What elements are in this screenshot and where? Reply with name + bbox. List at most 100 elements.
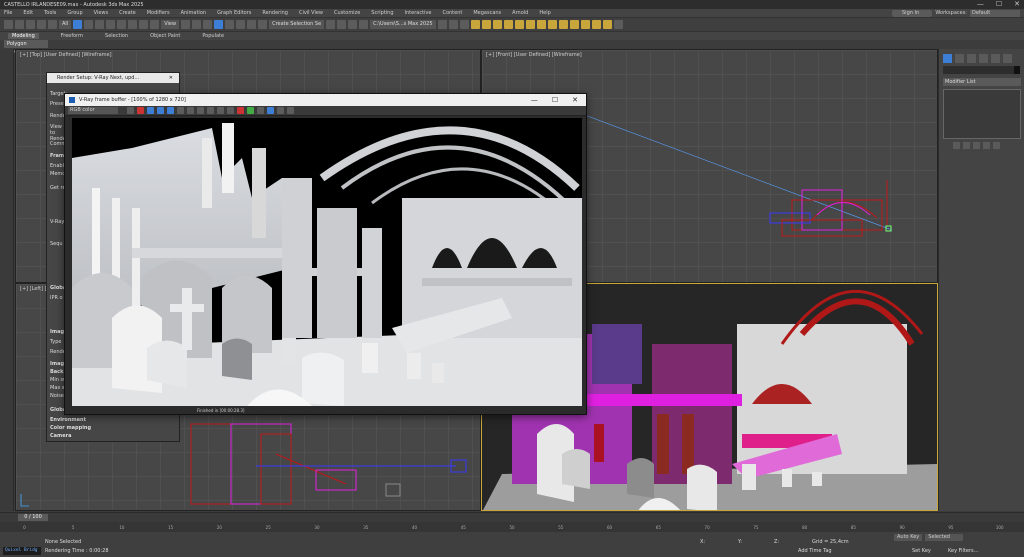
placement-icon[interactable] bbox=[150, 20, 160, 29]
channel-dropdown[interactable]: RGB color bbox=[68, 107, 118, 114]
object-name-field[interactable] bbox=[943, 66, 1019, 74]
duplicate-icon[interactable] bbox=[227, 107, 234, 114]
render-setup-close-icon[interactable]: ✕ bbox=[169, 73, 173, 83]
modifier-stack[interactable] bbox=[943, 89, 1021, 139]
menu-create[interactable]: Create bbox=[119, 10, 136, 16]
render-setup-icon[interactable] bbox=[470, 20, 480, 29]
close-button[interactable]: ✕ bbox=[1014, 0, 1020, 8]
rectangle-selection-icon[interactable] bbox=[95, 20, 105, 29]
stop-render-icon[interactable] bbox=[287, 107, 294, 114]
scene-converter-icon[interactable] bbox=[613, 20, 623, 29]
vfb-minimize-button[interactable]: — bbox=[531, 96, 538, 104]
green-channel-icon[interactable] bbox=[157, 107, 164, 114]
object-color-swatch[interactable] bbox=[1014, 66, 1020, 74]
pivot-center-icon[interactable] bbox=[181, 20, 191, 29]
reference-coordinate-dropdown[interactable]: View bbox=[161, 20, 180, 29]
create-tab-icon[interactable] bbox=[943, 54, 952, 63]
motion-tab-icon[interactable] bbox=[979, 54, 988, 63]
track-bar[interactable]: 0 5 10 15 20 25 30 35 40 45 50 55 60 65 … bbox=[0, 522, 1024, 532]
stamp-icon[interactable] bbox=[257, 107, 264, 114]
menu-arnold[interactable]: Arnold bbox=[512, 10, 528, 16]
configure-modifier-sets-icon[interactable] bbox=[993, 142, 1000, 149]
auto-key-button[interactable]: Auto Key bbox=[894, 534, 923, 541]
menu-group[interactable]: Group bbox=[67, 10, 82, 16]
edit-named-selection-icon[interactable] bbox=[258, 20, 268, 29]
vray-camera-icon[interactable] bbox=[547, 20, 557, 29]
modifier-list-dropdown[interactable]: Modifier List bbox=[943, 78, 1021, 86]
render-last-icon[interactable] bbox=[277, 107, 284, 114]
undo-icon[interactable] bbox=[4, 20, 13, 29]
copy-to-max-fb-icon[interactable] bbox=[207, 107, 214, 114]
remove-modifier-icon[interactable] bbox=[983, 142, 990, 149]
utilities-tab-icon[interactable] bbox=[1003, 54, 1012, 63]
menu-file[interactable]: File bbox=[4, 10, 12, 16]
vfb-close-button[interactable]: ✕ bbox=[572, 96, 578, 104]
menu-interactive[interactable]: Interactive bbox=[405, 10, 432, 16]
schematic-view-icon[interactable] bbox=[448, 20, 458, 29]
scale-icon[interactable] bbox=[139, 20, 149, 29]
menu-tools[interactable]: Tools bbox=[44, 10, 56, 16]
menu-views[interactable]: Views bbox=[94, 10, 108, 16]
red-channel-icon[interactable] bbox=[137, 107, 144, 114]
spinner-snap-icon[interactable] bbox=[247, 20, 257, 29]
rendered-image[interactable] bbox=[72, 118, 582, 406]
hierarchy-tab-icon[interactable] bbox=[967, 54, 976, 63]
vray-light-icon[interactable] bbox=[536, 20, 546, 29]
menu-megascans[interactable]: Megascans bbox=[473, 10, 501, 16]
lens-effects-icon[interactable] bbox=[247, 107, 254, 114]
layer-explorer-icon[interactable] bbox=[359, 20, 369, 29]
tab-selection[interactable]: Selection bbox=[105, 33, 128, 39]
load-image-icon[interactable] bbox=[197, 107, 204, 114]
redo-icon[interactable] bbox=[15, 20, 24, 29]
workspace-selector[interactable]: Workspaces: Default bbox=[935, 10, 1020, 17]
key-filters-button[interactable]: Key Filters... bbox=[948, 548, 978, 554]
window-crossing-icon[interactable] bbox=[106, 20, 116, 29]
alpha-channel-icon[interactable] bbox=[167, 107, 174, 114]
move-icon[interactable] bbox=[117, 20, 127, 29]
history-icon[interactable] bbox=[267, 107, 274, 114]
rendered-frame-window-icon[interactable] bbox=[481, 20, 491, 29]
percent-snap-icon[interactable] bbox=[236, 20, 246, 29]
project-path-dropdown[interactable]: C:\Users\S...s Max 2025 bbox=[370, 20, 436, 29]
render-setup-title-bar[interactable]: Render Setup: V-Ray Next, upd... ✕ bbox=[47, 73, 179, 83]
clear-image-icon[interactable] bbox=[217, 107, 224, 114]
blue-channel-icon[interactable] bbox=[147, 107, 154, 114]
maxscript-listener[interactable]: Quixel Bridg bbox=[3, 547, 41, 555]
vray-sphere-icon[interactable] bbox=[591, 20, 601, 29]
selected-dropdown[interactable]: Selected bbox=[925, 534, 964, 541]
vray-proxy-icon[interactable] bbox=[558, 20, 568, 29]
rs-environment-rollout[interactable]: Environment bbox=[50, 417, 86, 423]
render-production-icon[interactable] bbox=[492, 20, 502, 29]
align-icon[interactable] bbox=[337, 20, 347, 29]
scene-explorer-icon[interactable] bbox=[348, 20, 358, 29]
display-tab-icon[interactable] bbox=[991, 54, 1000, 63]
bind-space-warp-icon[interactable] bbox=[48, 20, 57, 29]
material-editor-icon[interactable] bbox=[459, 20, 469, 29]
set-key-button[interactable]: Set Key bbox=[912, 548, 931, 554]
minimize-button[interactable]: — bbox=[977, 0, 984, 8]
selection-filter-dropdown[interactable]: All bbox=[59, 20, 72, 29]
maximize-button[interactable]: ☐ bbox=[996, 0, 1002, 8]
tab-modeling[interactable]: Modeling bbox=[8, 33, 39, 39]
vray-plane-icon[interactable] bbox=[580, 20, 590, 29]
workspace-value[interactable]: Default bbox=[970, 10, 1020, 17]
vray-fur-icon[interactable] bbox=[569, 20, 579, 29]
named-selection-dropdown[interactable]: Create Selection Se bbox=[269, 20, 325, 29]
unlink-icon[interactable] bbox=[37, 20, 46, 29]
time-slider-thumb[interactable]: 0 / 100 bbox=[18, 514, 48, 521]
rs-color-mapping-rollout[interactable]: Color mapping bbox=[50, 425, 91, 431]
tab-freeform[interactable]: Freeform bbox=[61, 33, 83, 39]
make-unique-icon[interactable] bbox=[973, 142, 980, 149]
modify-tab-icon[interactable] bbox=[955, 54, 964, 63]
time-slider[interactable]: 0 / 100 bbox=[0, 512, 1024, 522]
menu-edit[interactable]: Edit bbox=[23, 10, 33, 16]
menu-rendering[interactable]: Rendering bbox=[262, 10, 288, 16]
vfb-maximize-button[interactable]: ☐ bbox=[552, 96, 558, 104]
link-icon[interactable] bbox=[26, 20, 35, 29]
menu-graph-editors[interactable]: Graph Editors bbox=[217, 10, 251, 16]
track-mouse-icon[interactable] bbox=[127, 107, 134, 114]
select-by-name-icon[interactable] bbox=[84, 20, 94, 29]
save-image-icon[interactable] bbox=[187, 107, 194, 114]
menu-scripting[interactable]: Scripting bbox=[371, 10, 393, 16]
angle-snap-icon[interactable] bbox=[225, 20, 235, 29]
